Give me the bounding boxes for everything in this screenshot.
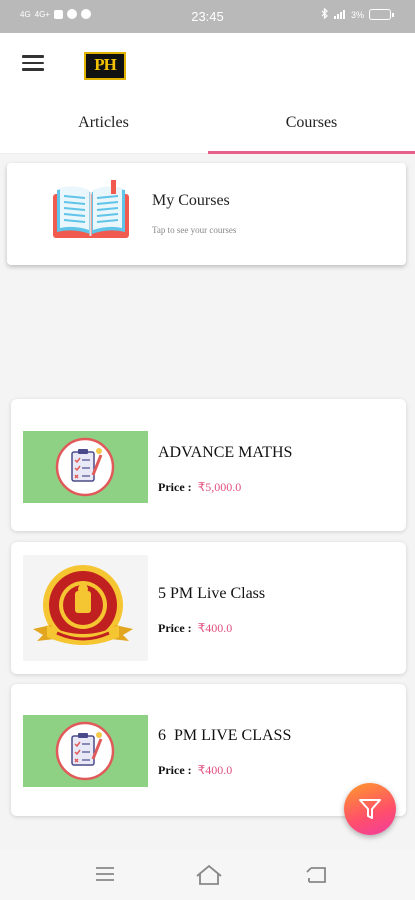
filter-icon — [359, 799, 381, 819]
signal-icon — [333, 9, 346, 21]
price-label: Price : — [158, 763, 192, 777]
my-courses-card[interactable]: My Courses Tap to see your courses — [7, 163, 406, 265]
menu-nav-icon[interactable] — [94, 864, 120, 886]
filter-button[interactable] — [344, 783, 396, 835]
price-value: ₹400.0 — [197, 621, 233, 635]
tab-articles[interactable]: Articles — [0, 100, 207, 154]
my-courses-title: My Courses — [152, 192, 230, 209]
price-label: Price : — [158, 480, 192, 494]
course-title: 5 PM Live Class — [158, 585, 266, 602]
status-right-icons: 3% — [321, 7, 394, 21]
checklist-icon — [23, 715, 148, 787]
my-courses-subtitle: Tap to see your courses — [152, 225, 237, 235]
price-value: ₹5,000.0 — [197, 480, 242, 494]
hamburger-menu-icon[interactable] — [22, 55, 44, 73]
battery-icon — [369, 9, 394, 20]
app-logo: PH — [84, 52, 126, 80]
price-label: Price : — [158, 621, 192, 635]
back-nav-icon[interactable] — [305, 864, 331, 886]
app-bar: PH — [0, 33, 415, 100]
status-bar: 4G 4G+ 23:45 3% — [0, 0, 415, 33]
course-card-5pm-live[interactable]: 5 PM Live Class Price : ₹400.0 — [11, 542, 406, 674]
course-title: 6 PM LIVE CLASS — [158, 727, 292, 744]
battery-percent: 3% — [350, 9, 364, 20]
course-card-advance-maths[interactable]: ADVANCE MATHS Price : ₹5,000.0 — [11, 399, 406, 531]
open-book-icon — [53, 180, 129, 240]
emblem-seal — [23, 555, 148, 661]
tab-bar: Articles Courses — [0, 100, 415, 154]
bluetooth-icon — [321, 7, 329, 21]
price-value: ₹400.0 — [197, 763, 233, 777]
course-price: Price : ₹400.0 — [158, 763, 232, 778]
home-nav-icon[interactable] — [195, 864, 222, 886]
tab-courses[interactable]: Courses — [208, 100, 415, 154]
course-title: ADVANCE MATHS — [158, 444, 293, 461]
course-price: Price : ₹5,000.0 — [158, 480, 241, 495]
system-nav-bar — [0, 850, 415, 900]
course-price: Price : ₹400.0 — [158, 621, 232, 636]
checklist-icon — [23, 431, 148, 503]
